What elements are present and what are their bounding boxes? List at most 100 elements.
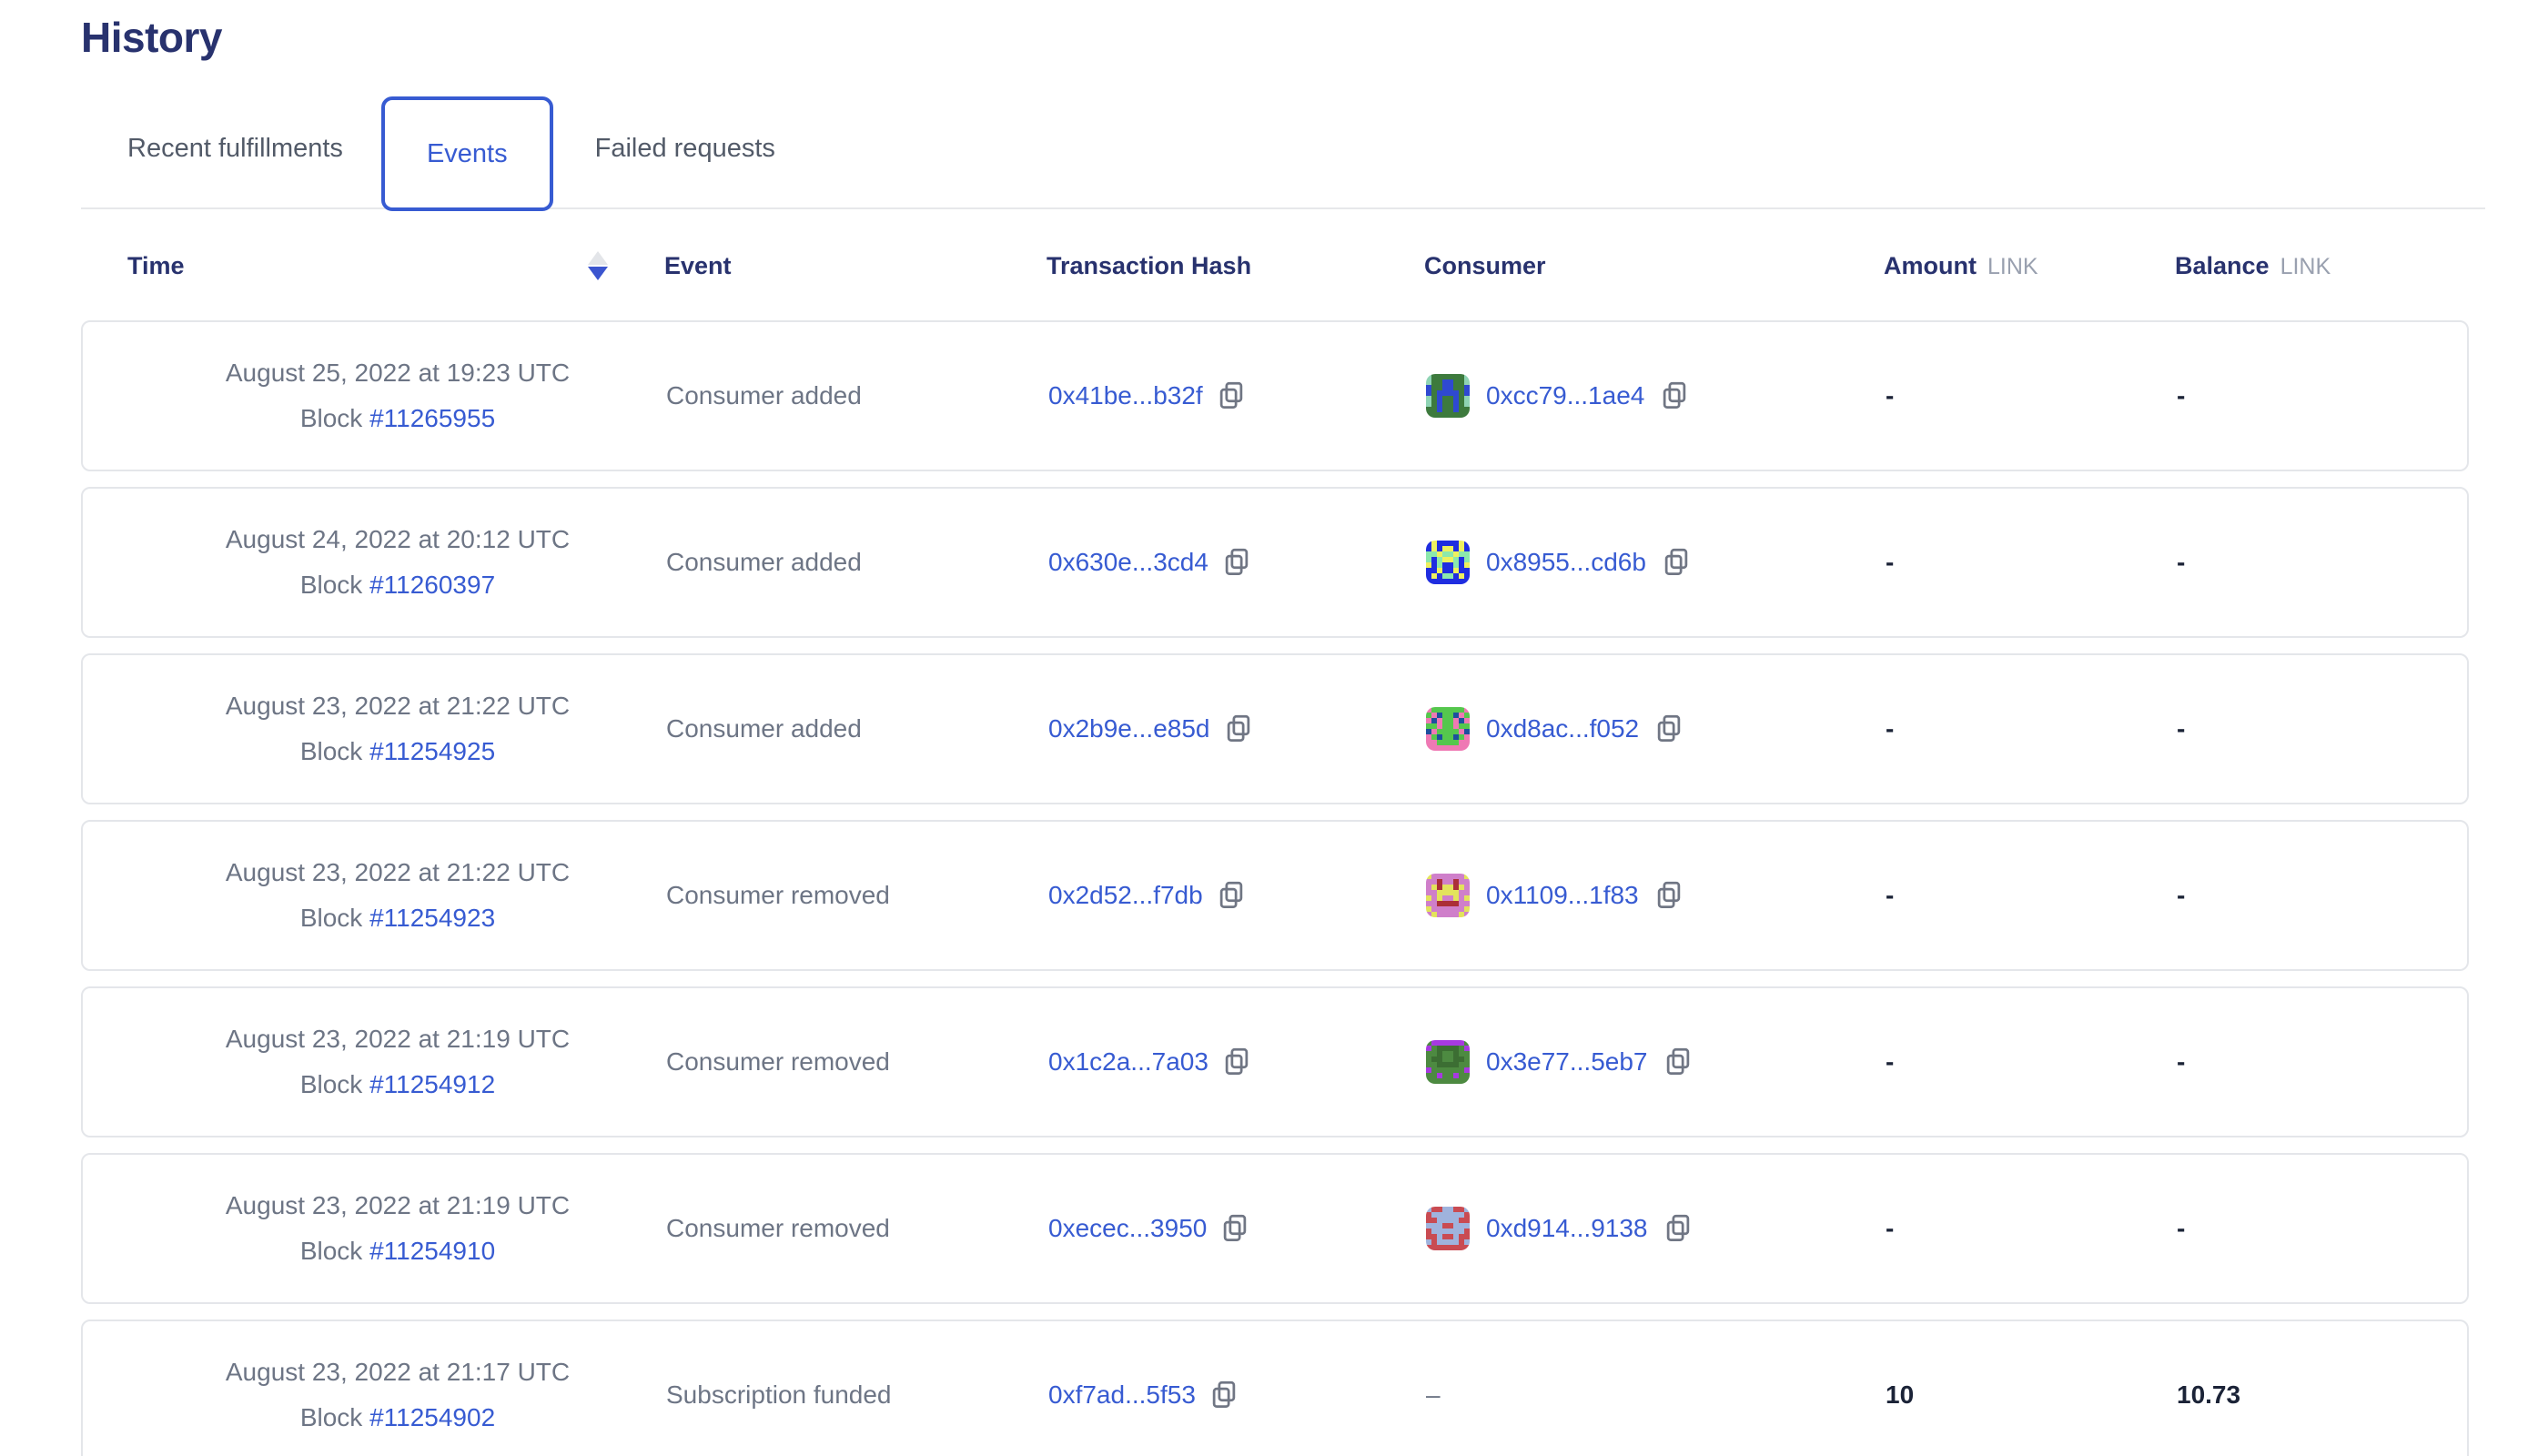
amount-value: 10 bbox=[1886, 1380, 1914, 1409]
transaction-hash-link[interactable]: 0xf7ad...5f53 bbox=[1048, 1380, 1196, 1410]
consumer-cell: 0x1109...1f83 bbox=[1426, 874, 1886, 917]
event-type: Consumer added bbox=[666, 548, 862, 576]
event-type: Consumer removed bbox=[666, 1047, 890, 1076]
consumer-identicon-icon bbox=[1426, 1040, 1470, 1084]
block-line: Block #11265955 bbox=[300, 404, 495, 433]
amount-value: - bbox=[1886, 381, 1894, 410]
history-page: History Recent fulfillments Events Faile… bbox=[81, 0, 2485, 1456]
event-row: August 23, 2022 at 21:19 UTC Block #1125… bbox=[81, 986, 2469, 1138]
event-type: Consumer removed bbox=[666, 881, 890, 909]
balance-unit-label: LINK bbox=[2280, 254, 2331, 279]
time-cell: August 23, 2022 at 21:19 UTC Block #1125… bbox=[129, 1025, 666, 1099]
consumer-cell: – bbox=[1426, 1380, 1886, 1410]
column-header-balance[interactable]: Balance bbox=[2175, 252, 2270, 279]
tab-failed-requests[interactable]: Failed requests bbox=[595, 134, 775, 164]
consumer-identicon-icon bbox=[1426, 374, 1470, 418]
block-number-link[interactable]: #11260397 bbox=[369, 571, 495, 599]
time-cell: August 25, 2022 at 19:23 UTC Block #1126… bbox=[129, 359, 666, 433]
consumer-address-link[interactable]: 0xd914...9138 bbox=[1486, 1214, 1648, 1243]
amount-value: - bbox=[1886, 881, 1894, 909]
consumer-cell: 0x8955...cd6b bbox=[1426, 541, 1886, 584]
balance-value: - bbox=[2177, 1214, 2185, 1242]
event-type: Subscription funded bbox=[666, 1380, 892, 1409]
balance-value: 10.73 bbox=[2177, 1380, 2240, 1409]
copy-transaction-hash-icon[interactable] bbox=[1210, 1380, 1238, 1410]
block-line: Block #11254902 bbox=[300, 1403, 495, 1432]
transaction-hash-link[interactable]: 0xecec...3950 bbox=[1048, 1214, 1207, 1243]
consumer-identicon-icon bbox=[1426, 874, 1470, 917]
block-label: Block bbox=[300, 1403, 362, 1431]
copy-consumer-address-icon[interactable] bbox=[1664, 1047, 1692, 1077]
consumer-identicon-icon bbox=[1426, 1207, 1470, 1250]
time-cell: August 23, 2022 at 21:19 UTC Block #1125… bbox=[129, 1191, 666, 1266]
column-header-event[interactable]: Event bbox=[664, 252, 732, 279]
block-label: Block bbox=[300, 571, 362, 599]
column-header-time[interactable]: Time bbox=[127, 252, 185, 280]
consumer-placeholder: – bbox=[1426, 1380, 1441, 1410]
amount-value: - bbox=[1886, 714, 1894, 743]
block-number-link[interactable]: #11254923 bbox=[369, 904, 495, 932]
block-line: Block #11254910 bbox=[300, 1237, 495, 1266]
sort-asc-icon bbox=[588, 251, 608, 265]
block-number-link[interactable]: #11254912 bbox=[369, 1070, 495, 1098]
transaction-hash-link[interactable]: 0x41be...b32f bbox=[1048, 381, 1203, 410]
copy-transaction-hash-icon[interactable] bbox=[1221, 1214, 1249, 1243]
consumer-address-link[interactable]: 0x8955...cd6b bbox=[1486, 548, 1646, 577]
tab-events-active-box[interactable]: Events bbox=[381, 96, 553, 211]
block-label: Block bbox=[300, 1070, 362, 1098]
event-row: August 23, 2022 at 21:19 UTC Block #1125… bbox=[81, 1153, 2469, 1304]
consumer-cell: 0xcc79...1ae4 bbox=[1426, 374, 1886, 418]
balance-value: - bbox=[2177, 381, 2185, 410]
event-row: August 24, 2022 at 20:12 UTC Block #1126… bbox=[81, 487, 2469, 638]
time-cell: August 23, 2022 at 21:22 UTC Block #1125… bbox=[129, 692, 666, 766]
copy-consumer-address-icon[interactable] bbox=[1661, 381, 1688, 410]
event-type: Consumer added bbox=[666, 381, 862, 410]
block-label: Block bbox=[300, 737, 362, 765]
copy-transaction-hash-icon[interactable] bbox=[1223, 1047, 1250, 1077]
copy-transaction-hash-icon[interactable] bbox=[1218, 381, 1245, 410]
event-row: August 23, 2022 at 21:22 UTC Block #1125… bbox=[81, 820, 2469, 971]
tab-recent-fulfillments[interactable]: Recent fulfillments bbox=[127, 134, 343, 164]
copy-consumer-address-icon[interactable] bbox=[1655, 881, 1683, 910]
event-row: August 25, 2022 at 19:23 UTC Block #1126… bbox=[81, 320, 2469, 471]
page-title: History bbox=[81, 13, 2485, 62]
transaction-hash-link[interactable]: 0x630e...3cd4 bbox=[1048, 548, 1208, 577]
event-row: August 23, 2022 at 21:22 UTC Block #1125… bbox=[81, 653, 2469, 804]
sort-indicator-icon[interactable] bbox=[588, 251, 608, 280]
event-timestamp: August 24, 2022 at 20:12 UTC bbox=[226, 525, 570, 554]
consumer-address-link[interactable]: 0xcc79...1ae4 bbox=[1486, 381, 1644, 410]
consumer-address-link[interactable]: 0x3e77...5eb7 bbox=[1486, 1047, 1648, 1077]
column-header-amount[interactable]: Amount bbox=[1884, 252, 1977, 279]
block-number-link[interactable]: #11265955 bbox=[369, 404, 495, 432]
block-number-link[interactable]: #11254925 bbox=[369, 737, 495, 765]
block-number-link[interactable]: #11254902 bbox=[369, 1403, 495, 1431]
consumer-address-link[interactable]: 0x1109...1f83 bbox=[1486, 881, 1639, 910]
copy-consumer-address-icon[interactable] bbox=[1664, 1214, 1692, 1243]
block-number-link[interactable]: #11254910 bbox=[369, 1237, 495, 1265]
block-line: Block #11254923 bbox=[300, 904, 495, 933]
copy-transaction-hash-icon[interactable] bbox=[1223, 548, 1250, 577]
copy-transaction-hash-icon[interactable] bbox=[1225, 714, 1252, 743]
event-timestamp: August 25, 2022 at 19:23 UTC bbox=[226, 359, 570, 388]
time-cell: August 23, 2022 at 21:22 UTC Block #1125… bbox=[129, 858, 666, 933]
event-timestamp: August 23, 2022 at 21:22 UTC bbox=[226, 692, 570, 721]
time-cell: August 23, 2022 at 21:17 UTC Block #1125… bbox=[129, 1358, 666, 1432]
transaction-hash-link[interactable]: 0x1c2a...7a03 bbox=[1048, 1047, 1208, 1077]
column-header-consumer[interactable]: Consumer bbox=[1424, 252, 1546, 279]
consumer-address-link[interactable]: 0xd8ac...f052 bbox=[1486, 714, 1639, 743]
block-line: Block #11254925 bbox=[300, 737, 495, 766]
consumer-identicon-icon bbox=[1426, 541, 1470, 584]
transaction-hash-link[interactable]: 0x2d52...f7db bbox=[1048, 881, 1203, 910]
column-header-transaction-hash[interactable]: Transaction Hash bbox=[1047, 252, 1251, 279]
amount-value: - bbox=[1886, 1047, 1894, 1076]
copy-consumer-address-icon[interactable] bbox=[1663, 548, 1690, 577]
amount-value: - bbox=[1886, 548, 1894, 576]
block-label: Block bbox=[300, 404, 362, 432]
event-type: Consumer removed bbox=[666, 1214, 890, 1242]
copy-consumer-address-icon[interactable] bbox=[1655, 714, 1683, 743]
events-table-body: August 25, 2022 at 19:23 UTC Block #1126… bbox=[81, 320, 2469, 1456]
transaction-hash-link[interactable]: 0x2b9e...e85d bbox=[1048, 714, 1210, 743]
copy-transaction-hash-icon[interactable] bbox=[1218, 881, 1245, 910]
block-line: Block #11260397 bbox=[300, 571, 495, 600]
balance-value: - bbox=[2177, 881, 2185, 909]
